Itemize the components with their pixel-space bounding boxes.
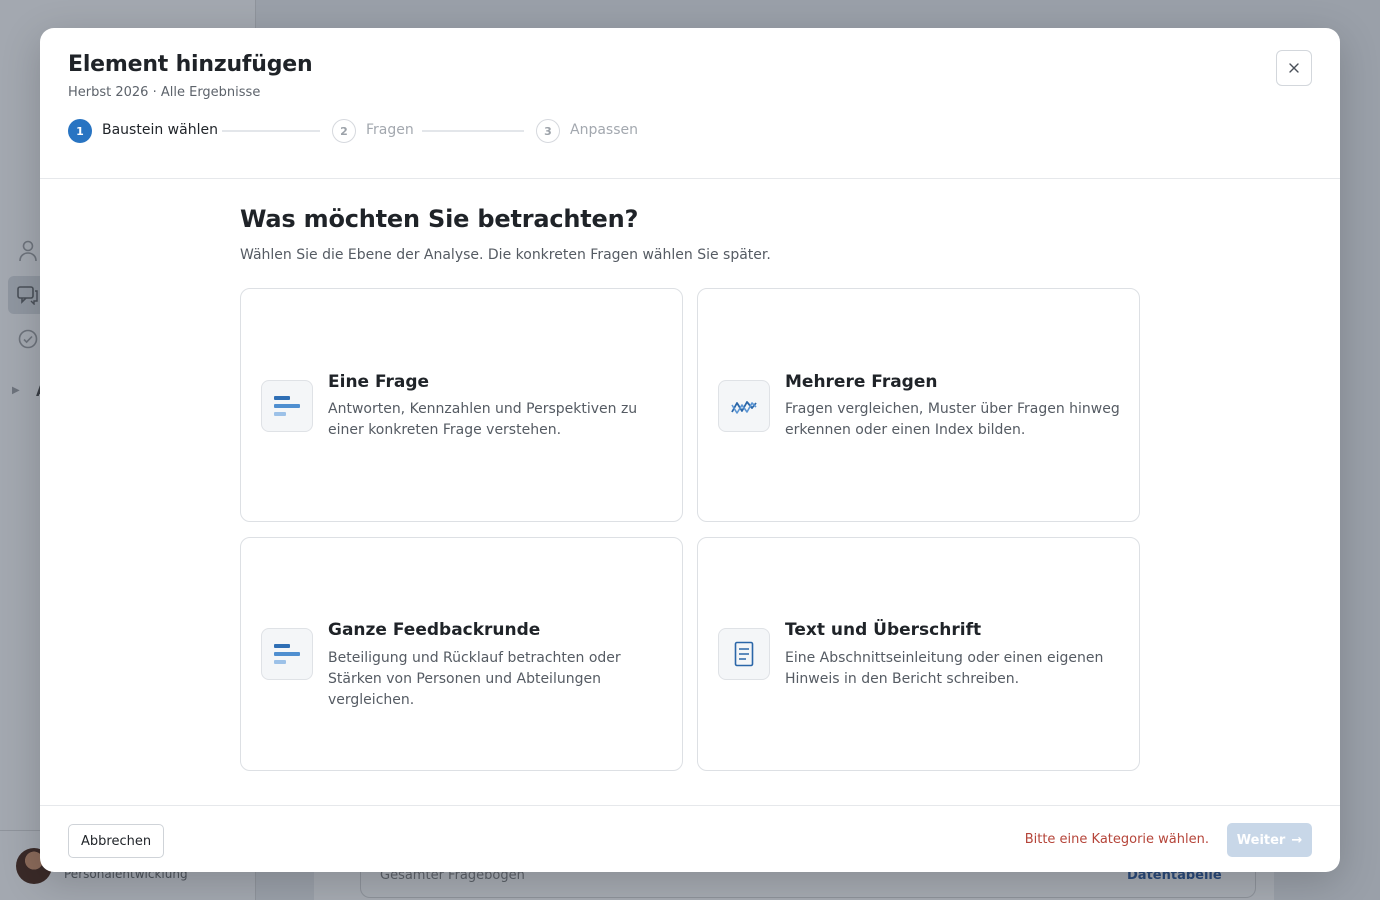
dialog-footer: Abbrechen Bitte eine Kategorie wählen. W…: [40, 805, 1340, 872]
step-2-number: 2: [332, 119, 356, 143]
stepper: 1 Baustein wählen 2 Fragen 3 Anpassen: [68, 119, 668, 143]
option-description: Antworten, Kennzahlen und Perspektiven z…: [328, 401, 638, 438]
option-title: Mehrere Fragen: [785, 372, 938, 392]
step-3-number: 3: [536, 119, 560, 143]
next-button[interactable]: Weiter →: [1227, 823, 1312, 857]
content-heading: Was möchten Sie betrachten?: [240, 205, 639, 233]
dialog-content-intro: Was möchten Sie betrachten? Wählen Sie d…: [240, 205, 1140, 263]
dialog-title: Element hinzufügen: [68, 52, 313, 77]
dialog-subtitle: Herbst 2026 · Alle Ergebnisse: [68, 85, 261, 100]
step-1-number: 1: [68, 119, 92, 143]
step-connector: [222, 130, 320, 132]
check-circle-icon: [16, 327, 40, 351]
option-title: Ganze Feedbackrunde: [328, 620, 541, 640]
close-button[interactable]: [1276, 50, 1312, 86]
document-icon: [718, 628, 770, 680]
add-element-dialog: Element hinzufügen Herbst 2026 · Alle Er…: [40, 28, 1340, 872]
option-card-full-round[interactable]: Ganze Feedbackrunde Beteiligung und Rück…: [240, 537, 683, 771]
cancel-button[interactable]: Abbrechen: [68, 824, 165, 858]
step-3-label: Anpassen: [570, 122, 638, 138]
option-card-single-question[interactable]: Eine Frage Antworten, Kennzahlen und Per…: [240, 288, 683, 522]
step-2-label: Fragen: [366, 122, 414, 138]
option-description: Beteiligung und Rücklauf betrachten oder…: [328, 650, 621, 708]
option-description: Eine Abschnittseinleitung oder einen eig…: [785, 650, 1104, 687]
validation-hint: Bitte eine Kategorie wählen.: [1024, 832, 1209, 847]
option-title: Eine Frage: [328, 372, 430, 392]
next-button-label: Weiter: [1236, 832, 1286, 848]
person-icon: [16, 239, 40, 263]
multi-line-chart-icon: [718, 380, 770, 432]
close-icon: [1289, 61, 1299, 76]
option-description: Fragen vergleichen, Muster über Fragen h…: [785, 401, 1120, 438]
caret-right-icon: ▶: [12, 385, 20, 396]
option-card-text-heading[interactable]: Text und Überschrift Eine Abschnittseinl…: [697, 537, 1140, 771]
option-title: Text und Überschrift: [785, 620, 982, 640]
option-card-multiple-questions[interactable]: Mehrere Fragen Fragen vergleichen, Muste…: [697, 288, 1140, 522]
dialog-header: Element hinzufügen Herbst 2026 · Alle Er…: [40, 28, 1340, 179]
content-description: Wählen Sie die Ebene der Analyse. Die ko…: [240, 247, 771, 263]
step-1-label: Baustein wählen: [102, 122, 218, 138]
bar-chart-icon: [261, 380, 313, 432]
category-options: Eine Frage Antworten, Kennzahlen und Per…: [240, 288, 1140, 771]
step-connector: [422, 130, 524, 132]
bar-chart-icon: [261, 628, 313, 680]
chat-icon: [16, 283, 40, 307]
arrow-right-icon: →: [1291, 832, 1303, 848]
